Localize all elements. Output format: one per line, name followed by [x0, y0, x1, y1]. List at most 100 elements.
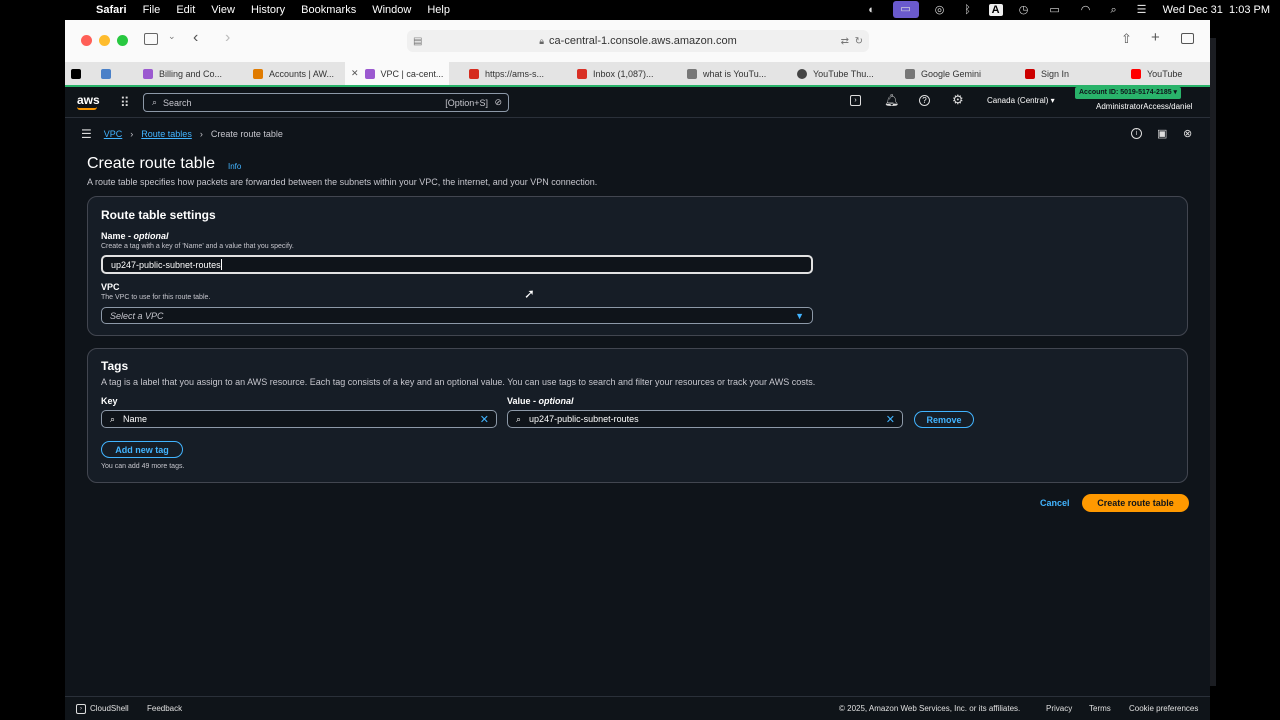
cancel-button[interactable]: Cancel	[1040, 498, 1070, 508]
tab-overview-icon[interactable]	[1181, 33, 1194, 44]
control-center-icon[interactable]: ☰	[1135, 4, 1149, 16]
breadcrumb-route-tables[interactable]: Route tables	[141, 129, 192, 139]
minimize-window-button[interactable]	[99, 35, 110, 46]
tab-google-gemini[interactable]: Google Gemini	[899, 62, 999, 85]
tab-favicon-icon	[469, 68, 479, 79]
tab-billing[interactable]: Billing and Co...	[137, 62, 233, 85]
lock-icon: 🔒︎	[539, 35, 545, 46]
tab-favicon-icon	[71, 68, 81, 79]
search-icon: ⌕	[110, 413, 116, 424]
help-icon[interactable]: ?	[919, 95, 930, 106]
tab-ams[interactable]: https://ams-s...	[463, 62, 563, 85]
vpc-field-hint: The VPC to use for this route table.	[101, 294, 211, 301]
app-menu-safari[interactable]: Safari	[96, 4, 127, 16]
menu-help[interactable]: Help	[427, 4, 450, 16]
menu-view[interactable]: View	[211, 4, 235, 16]
vpc-select[interactable]: Select a VPC ▼	[101, 307, 813, 324]
cloudshell-icon[interactable]: ›	[76, 704, 86, 714]
display-settings-icon[interactable]: ▣	[1157, 127, 1167, 140]
back-button[interactable]: ‹	[193, 29, 198, 47]
aws-logo[interactable]: aws	[77, 93, 100, 107]
sync-icon[interactable]: ◐	[865, 4, 879, 16]
cookie-preferences-link[interactable]: Cookie preferences	[1129, 704, 1198, 713]
name-field-label: Name - optional	[101, 231, 169, 241]
time-machine-icon[interactable]: ◷	[1017, 4, 1031, 16]
reload-icon[interactable]: ↻	[855, 36, 863, 47]
copyright-text: © 2025, Amazon Web Services, Inc. or its…	[839, 704, 1021, 713]
info-link[interactable]: Info	[228, 162, 241, 171]
remove-tag-button[interactable]: Remove	[914, 411, 974, 428]
menu-bookmarks[interactable]: Bookmarks	[301, 4, 356, 16]
clear-icon[interactable]: ✕	[480, 413, 489, 426]
route-table-settings-panel: Route table settings Name - optional Cre…	[87, 196, 1188, 336]
tab-pinned-1[interactable]	[65, 62, 93, 85]
tag-value-input[interactable]: ⌕ up247-public-subnet-routes ✕	[507, 410, 903, 428]
search-input[interactable]: ⌕ Search [Option+S] ⊘	[143, 93, 509, 112]
tab-vpc[interactable]: ✕ VPC | ca-cent...	[345, 62, 449, 85]
tab-pinned-2[interactable]	[95, 62, 123, 85]
tab-favicon-icon	[253, 68, 263, 79]
tag-key-value: Name	[123, 414, 148, 424]
terms-link[interactable]: Terms	[1089, 704, 1111, 713]
close-window-button[interactable]	[81, 35, 92, 46]
notifications-bell-icon[interactable]: 🔔︎	[884, 93, 899, 107]
spotlight-search-icon[interactable]: ⌕	[1107, 4, 1121, 16]
tab-what-is-youtube[interactable]: what is YouTu...	[681, 62, 781, 85]
chevron-down-icon[interactable]: ⌄	[168, 31, 176, 42]
menu-file[interactable]: File	[143, 4, 161, 16]
settings-gear-icon[interactable]: ⚙	[952, 92, 964, 108]
tab-close-icon[interactable]: ✕	[351, 68, 359, 79]
services-grid-icon[interactable]: ⠿	[120, 95, 130, 111]
wifi-icon[interactable]: ◠	[1079, 4, 1093, 16]
cloudshell-link[interactable]: CloudShell	[90, 704, 129, 713]
chevron-right-icon: ›	[199, 129, 203, 139]
vpn-icon[interactable]: ◎	[933, 4, 947, 16]
search-shortcut: [Option+S]	[445, 97, 488, 108]
breadcrumb: ☰ VPC › Route tables › Create route tabl…	[65, 120, 1210, 148]
breadcrumb-vpc[interactable]: VPC	[104, 129, 123, 139]
privacy-link[interactable]: Privacy	[1046, 704, 1072, 713]
hamburger-menu-icon[interactable]: ☰	[81, 127, 92, 141]
translate-icon[interactable]: ⇄	[841, 36, 849, 47]
vpc-field-label: VPC	[101, 282, 120, 292]
new-tab-icon[interactable]: +	[1151, 29, 1160, 46]
region-selector[interactable]: Canada (Central) ▾	[987, 96, 1055, 105]
feedback-link[interactable]: Feedback	[147, 704, 182, 713]
sidebar-toggle-icon[interactable]	[144, 33, 158, 45]
tab-inbox[interactable]: Inbox (1,087)...	[571, 62, 671, 85]
name-input[interactable]: up247-public-subnet-routes	[101, 255, 813, 274]
info-panel-icon[interactable]: i	[1131, 128, 1142, 139]
tab-youtube-thumbnail[interactable]: YouTube Thu...	[791, 62, 891, 85]
account-user-menu[interactable]: AdministratorAccess/daniel	[1096, 102, 1192, 111]
account-id-badge[interactable]: Account ID: 5019-5174-2185 ▾	[1075, 87, 1182, 99]
menu-history[interactable]: History	[251, 4, 285, 16]
cloudshell-icon[interactable]: ›	[850, 95, 861, 106]
input-source-icon[interactable]: A	[988, 3, 1003, 16]
search-settings-icon[interactable]: ⊘	[494, 97, 502, 108]
forward-button[interactable]: ›	[225, 29, 230, 47]
bluetooth-icon[interactable]: ᛒ	[961, 4, 975, 16]
name-input-value: up247-public-subnet-routes	[111, 259, 221, 270]
zoom-window-button[interactable]	[117, 35, 128, 46]
menu-edit[interactable]: Edit	[176, 4, 195, 16]
value-label-text: Value -	[507, 396, 539, 406]
screen-share-icon[interactable]: ▭	[892, 1, 919, 18]
tab-accounts[interactable]: Accounts | AW...	[247, 62, 347, 85]
tab-label: Accounts | AW...	[269, 68, 335, 79]
create-route-table-button[interactable]: Create route table	[1082, 494, 1189, 512]
share-icon[interactable]: ⇧	[1121, 31, 1132, 47]
address-bar[interactable]: ▤ 🔒︎ ca-central-1.console.aws.amazon.com…	[407, 30, 869, 52]
key-column-label: Key	[101, 396, 118, 406]
battery-icon[interactable]: ▭	[1045, 4, 1065, 16]
tab-sign-in[interactable]: Sign In	[1019, 62, 1109, 85]
tab-youtube[interactable]: YouTube	[1125, 62, 1210, 85]
clear-icon[interactable]: ✕	[886, 413, 895, 426]
tab-label: VPC | ca-cent...	[380, 68, 444, 79]
preferences-icon[interactable]: ⊗	[1183, 127, 1192, 140]
page-menu-icon[interactable]: ▤	[413, 36, 422, 47]
add-new-tag-button[interactable]: Add new tag	[101, 441, 183, 458]
vpc-select-placeholder: Select a VPC	[110, 310, 164, 321]
tag-key-input[interactable]: ⌕ Name ✕	[101, 410, 497, 428]
menu-window[interactable]: Window	[372, 4, 411, 16]
menubar-datetime[interactable]: Wed Dec 31 1:03 PM	[1163, 4, 1270, 16]
